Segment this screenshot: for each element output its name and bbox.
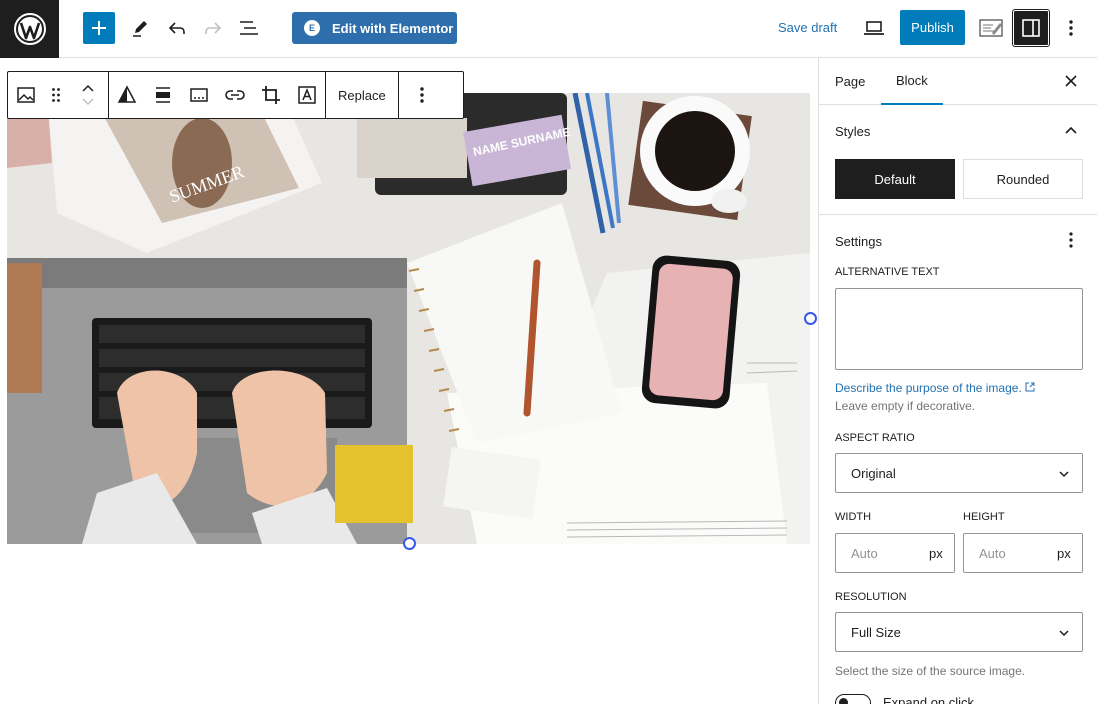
expand-on-click-toggle[interactable] [835, 694, 871, 704]
block-toolbar: Replace [7, 71, 464, 119]
width-unit[interactable]: px [929, 546, 943, 561]
alt-text-help-link-label: Describe the purpose of the image. [835, 381, 1022, 395]
external-link-icon [1025, 382, 1035, 392]
aspect-ratio-label: ASPECT RATIO [835, 432, 915, 444]
tab-page[interactable]: Page [835, 58, 865, 105]
align-button[interactable] [145, 72, 181, 118]
close-icon [1065, 75, 1077, 87]
settings-sidebar-toggle[interactable] [1013, 10, 1049, 46]
wordpress-logo-button[interactable] [0, 0, 59, 58]
document-overview-button[interactable] [237, 16, 261, 40]
image-icon [17, 87, 35, 103]
crop-button[interactable] [253, 72, 289, 118]
preview-button[interactable] [861, 16, 887, 40]
resize-handle-bottom[interactable] [403, 537, 416, 550]
kebab-icon [1069, 20, 1073, 36]
image-block[interactable]: SUMMER NAME SURNAME [7, 93, 810, 544]
undo-icon [168, 22, 185, 34]
block-toolbar-group-more [399, 72, 445, 118]
caption-icon [190, 88, 208, 102]
text-over-image-icon [298, 86, 316, 104]
chevron-down-icon [1059, 471, 1069, 478]
style-default-button[interactable]: Default [835, 159, 955, 199]
resolution-label: RESOLUTION [835, 591, 907, 603]
desk-photo: SUMMER NAME SURNAME [7, 93, 810, 544]
edit-with-elementor-button[interactable]: E Edit with Elementor [292, 12, 457, 44]
alt-text-input[interactable] [835, 288, 1083, 370]
style-rounded-button[interactable]: Rounded [963, 159, 1083, 199]
move-buttons[interactable] [68, 72, 108, 118]
tools-button[interactable] [128, 16, 152, 40]
chevron-down-icon[interactable] [81, 97, 95, 107]
list-view-icon [240, 21, 258, 35]
undo-button[interactable] [165, 16, 189, 40]
aspect-ratio-select[interactable]: Original [835, 453, 1083, 493]
width-label: WIDTH [835, 511, 872, 523]
block-toolbar-group-parent [8, 72, 109, 118]
redo-button[interactable] [201, 16, 225, 40]
close-sidebar-button[interactable] [1060, 70, 1082, 92]
notepad-icon [979, 19, 1003, 37]
block-toolbar-group-tools [109, 72, 326, 118]
tab-block[interactable]: Block [881, 58, 943, 105]
duotone-button[interactable] [109, 72, 145, 118]
height-placeholder: Auto [979, 546, 1006, 561]
pencil-icon [133, 21, 147, 37]
add-block-button[interactable] [83, 12, 115, 44]
toggle-knob [839, 698, 848, 704]
editor-topbar: E Edit with Elementor Save draft Publish [0, 0, 1097, 58]
alt-text-label: ALTERNATIVE TEXT [835, 266, 940, 278]
settings-sidebar: Page Block Styles Default Rounded Settin… [818, 58, 1097, 704]
redo-icon [205, 22, 222, 34]
chevron-up-icon[interactable] [81, 83, 95, 93]
drag-icon [52, 88, 60, 102]
resize-handle-right[interactable] [804, 312, 817, 325]
alt-text-help-link[interactable]: Describe the purpose of the image. [835, 381, 1035, 395]
sidebar-tabs: Page Block [819, 58, 1097, 105]
desktop-preview-icon [864, 21, 884, 35]
caption-button[interactable] [181, 72, 217, 118]
wordpress-icon [13, 13, 46, 45]
classic-editor-button[interactable] [977, 14, 1005, 42]
width-input[interactable]: Auto px [835, 533, 955, 573]
publish-button[interactable]: Publish [900, 10, 965, 45]
chevron-down-icon [1059, 630, 1069, 637]
resolution-value: Full Size [851, 625, 901, 640]
link-button[interactable] [217, 72, 253, 118]
resolution-select[interactable]: Full Size [835, 612, 1083, 652]
height-label: HEIGHT [963, 511, 1005, 523]
save-draft-button[interactable]: Save draft [778, 20, 837, 35]
sidebar-icon [1022, 19, 1040, 37]
replace-button[interactable]: Replace [326, 88, 398, 103]
link-icon [225, 90, 245, 100]
aspect-ratio-value: Original [851, 466, 896, 481]
width-placeholder: Auto [851, 546, 878, 561]
edit-with-elementor-label: Edit with Elementor [332, 20, 454, 36]
chevron-up-icon[interactable] [1064, 125, 1078, 135]
resolution-help: Select the size of the source image. [835, 664, 1026, 678]
expand-on-click-label: Expand on click [883, 695, 975, 704]
crop-icon [262, 86, 280, 104]
block-options-button[interactable] [399, 72, 445, 118]
kebab-icon[interactable] [1068, 231, 1074, 249]
styles-panel-title[interactable]: Styles [835, 124, 870, 139]
elementor-icon: E [304, 20, 320, 36]
drag-handle[interactable] [44, 72, 68, 118]
duotone-icon [117, 85, 137, 103]
block-type-button[interactable] [8, 72, 44, 118]
block-toolbar-group-replace: Replace [326, 72, 399, 118]
height-unit[interactable]: px [1057, 546, 1071, 561]
plus-icon [92, 21, 106, 35]
settings-panel-title: Settings [835, 234, 882, 249]
align-icon [156, 87, 170, 103]
alt-text-help: Leave empty if decorative. [835, 399, 976, 413]
kebab-icon [420, 87, 424, 103]
text-overlay-button[interactable] [289, 72, 325, 118]
height-input[interactable]: Auto px [963, 533, 1083, 573]
options-menu-button[interactable] [1060, 16, 1082, 40]
